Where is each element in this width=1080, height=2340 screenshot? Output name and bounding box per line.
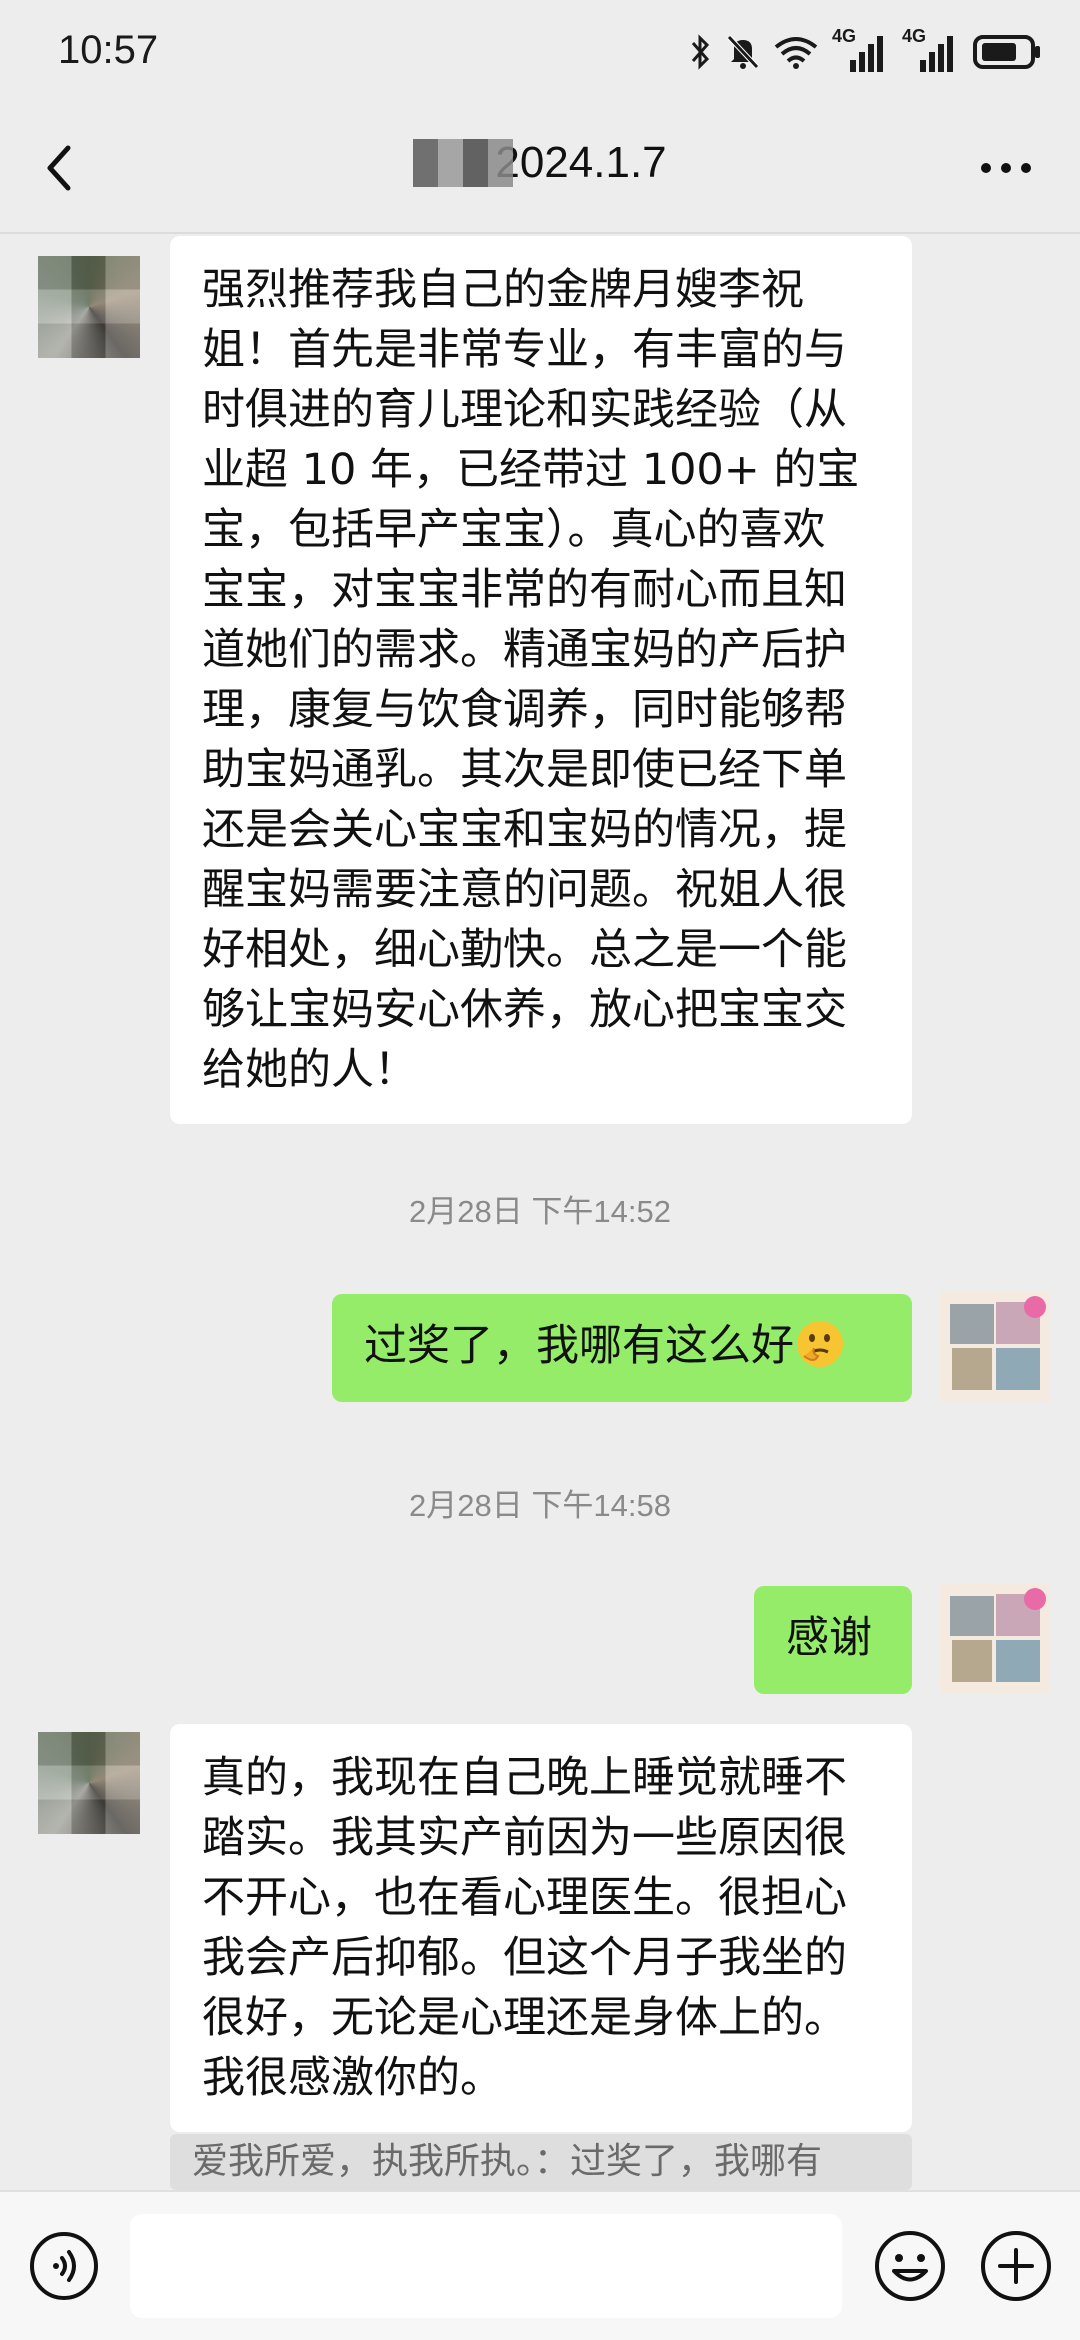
status-time: 10:57 — [58, 28, 159, 72]
avatar-photo-tile — [996, 1640, 1040, 1682]
message-timestamp: 2月28日 下午14:52 — [409, 1194, 671, 1229]
blurred-contact-name — [413, 139, 514, 187]
status-icons: 4G 4G — [690, 26, 1042, 74]
emoji-button[interactable] — [872, 2228, 948, 2304]
avatar-photo-tile — [950, 1304, 994, 1344]
voice-icon — [30, 2232, 98, 2300]
message-line: 我会产后抑郁。但这个月子我坐的 — [202, 1933, 847, 1983]
outgoing-message-bubble[interactable]: 感谢 — [754, 1586, 912, 1694]
my-avatar[interactable] — [940, 1584, 1050, 1694]
message-line: 给她的人！ — [202, 1045, 417, 1095]
avatar-photo-tile — [950, 1596, 994, 1636]
plus-icon — [981, 2231, 1051, 2301]
message-text: 感谢 — [786, 1613, 872, 1663]
avatar-photo-tile — [996, 1348, 1040, 1390]
thinking-face-emoji — [797, 1321, 843, 1367]
more-dots-icon — [981, 163, 1031, 173]
avatar-photo-tile — [952, 1640, 992, 1682]
my-avatar[interactable] — [940, 1292, 1050, 1402]
chat-title: 2024.1.7 — [0, 138, 1080, 188]
message-line: 踏实。我其实产前因为一些原因很 — [202, 1813, 847, 1863]
message-line: 业超 10 年，已经带过 100+ 的宝 — [202, 445, 860, 495]
status-bar: 10:57 4G 4G — [0, 0, 1080, 110]
message-line: 姐！首先是非常专业，有丰富的与 — [202, 325, 847, 375]
incoming-message-bubble[interactable]: 真的，我现在自己晚上睡觉就睡不 踏实。我其实产前因为一些原因很 不开心，也在看心… — [170, 1724, 912, 2132]
message-line: 很好，无论是心理还是身体上的。 — [202, 1993, 847, 2043]
signal-4g-2: 4G — [902, 26, 958, 74]
outgoing-message-bubble[interactable]: 过奖了，我哪有这么好 — [332, 1294, 912, 1402]
message-line: 强烈推荐我自己的金牌月嫂李祝 — [202, 265, 804, 315]
message-line: 还是会关心宝宝和宝妈的情况，提 — [202, 805, 847, 855]
message-line: 真的，我现在自己晚上睡觉就睡不 — [202, 1753, 847, 1803]
incoming-message-bubble[interactable]: 强烈推荐我自己的金牌月嫂李祝 姐！首先是非常专业，有丰富的与 时俱进的育儿理论和… — [170, 236, 912, 1124]
contact-avatar[interactable] — [38, 1732, 140, 1834]
signal-bars-icon — [850, 36, 883, 72]
message-line: 我很感激你的。 — [202, 2053, 503, 2103]
battery-icon — [973, 35, 1040, 69]
message-line: 理，康复与饮食调养，同时能够帮 — [202, 685, 847, 735]
message-text: 过奖了，我哪有这么好 — [364, 1321, 794, 1371]
wifi-icon — [774, 37, 818, 69]
signal-bars-icon — [920, 36, 953, 72]
bluetooth-icon — [691, 34, 710, 70]
avatar-photo-tile — [952, 1348, 992, 1390]
message-timestamp: 2月28日 下午14:58 — [409, 1488, 671, 1523]
flower-decoration-icon — [1024, 1296, 1046, 1318]
mute-bell-icon — [727, 35, 759, 69]
message-line: 好相处，细心勤快。总之是一个能 — [202, 925, 847, 975]
message-line: 助宝妈通乳。其次是即使已经下单 — [202, 745, 847, 795]
message-line: 不开心，也在看心理医生。很担心 — [202, 1873, 847, 1923]
more-button[interactable] — [978, 160, 1034, 176]
plus-button[interactable] — [978, 2228, 1054, 2304]
message-input[interactable] — [130, 2214, 842, 2318]
message-line: 宝，包括早产宝宝）。真心的喜欢 — [202, 505, 826, 555]
message-line: 醒宝妈需要注意的问题。祝姐人很 — [202, 865, 847, 915]
input-bar — [0, 2190, 1080, 2340]
signal-4g-1: 4G — [832, 26, 888, 74]
message-line: 宝宝，对宝宝非常的有耐心而且知 — [202, 565, 847, 615]
message-line: 道她们的需求。精通宝妈的产后护 — [202, 625, 847, 675]
message-line: 时俱进的育儿理论和实践经验（从 — [202, 385, 847, 435]
chat-header: 2024.1.7 — [0, 110, 1080, 234]
chat-title-text: 2024.1.7 — [495, 138, 667, 187]
chat-message-list[interactable]: 强烈推荐我自己的金牌月嫂李祝 姐！首先是非常专业，有丰富的与 时俱进的育儿理论和… — [0, 234, 1080, 2190]
voice-button[interactable] — [28, 2230, 100, 2302]
flower-decoration-icon — [1024, 1588, 1046, 1610]
smiley-icon — [875, 2231, 945, 2301]
contact-avatar[interactable] — [38, 256, 140, 358]
message-line: 够让宝妈安心休养，放心把宝宝交 — [202, 985, 847, 1035]
quoted-reply[interactable]: 爱我所爱，执我所执。：过奖了，我哪有 — [170, 2134, 912, 2190]
